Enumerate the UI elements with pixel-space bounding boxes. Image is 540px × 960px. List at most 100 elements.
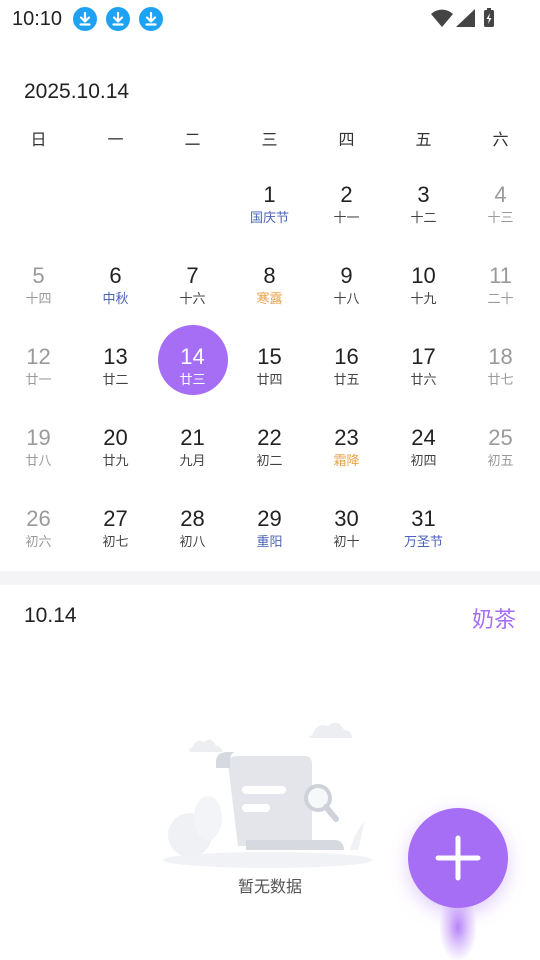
weekday-label: 三 <box>261 132 278 149</box>
day-cell[interactable]: 4 十三 <box>462 181 539 261</box>
lunar-label: 廿七 <box>487 372 514 387</box>
day-number: 12 <box>26 344 51 369</box>
lunar-label: 十四 <box>25 291 52 306</box>
day-number: 15 <box>257 344 282 369</box>
day-cell[interactable]: 1 国庆节 <box>231 181 308 261</box>
lunar-label: 初六 <box>25 534 52 549</box>
lunar-label: 十六 <box>179 291 206 306</box>
lunar-label: 重阳 <box>256 534 283 549</box>
day-cell[interactable]: 17 廿六 <box>385 343 462 423</box>
day-number: 31 <box>411 506 436 531</box>
day-cell[interactable]: 9 十八 <box>308 262 385 342</box>
day-number: 25 <box>488 425 513 450</box>
status-time: 10:10 <box>12 8 63 30</box>
day-cell[interactable]: 20 廿九 <box>77 424 154 504</box>
lunar-label: 初十 <box>333 534 360 549</box>
lunar-label: 廿四 <box>256 372 283 387</box>
lunar-label: 十八 <box>333 291 360 306</box>
lunar-label: 中秋 <box>102 291 129 306</box>
lunar-label: 寒露 <box>256 291 283 306</box>
lunar-label: 廿一 <box>25 372 52 387</box>
lunar-label: 霜降 <box>333 453 360 468</box>
lunar-label: 初二 <box>256 453 283 468</box>
day-number: 6 <box>109 263 122 288</box>
lunar-label: 国庆节 <box>249 210 289 225</box>
plus-icon <box>435 835 481 881</box>
download-icon <box>106 7 130 31</box>
day-cell[interactable]: 2 十一 <box>308 181 385 261</box>
wifi-icon <box>431 9 453 27</box>
day-cell[interactable]: 5 十四 <box>0 262 77 342</box>
weekday-label: 五 <box>415 132 432 149</box>
weekday-label: 六 <box>492 132 509 149</box>
day-cell-selected[interactable]: 14 廿三 <box>154 325 231 423</box>
day-number: 24 <box>411 425 436 450</box>
download-icon <box>139 7 163 31</box>
day-cell[interactable]: 18 廿七 <box>462 343 539 423</box>
day-number: 16 <box>334 344 359 369</box>
day-cell[interactable]: 3 十二 <box>385 181 462 261</box>
lunar-label: 廿六 <box>410 372 437 387</box>
day-cell[interactable]: 21 九月 <box>154 424 231 504</box>
day-cell[interactable]: 11 二十 <box>462 262 539 342</box>
day-cell[interactable]: 10 十九 <box>385 262 462 342</box>
day-cell[interactable]: 22 初二 <box>231 424 308 504</box>
day-cell[interactable]: 15 廿四 <box>231 343 308 423</box>
selected-date-label: 10.14 <box>24 604 77 627</box>
day-number: 17 <box>411 344 436 369</box>
day-number: 19 <box>26 425 51 450</box>
day-cell[interactable]: 12 廿一 <box>0 343 77 423</box>
day-number: 27 <box>103 506 128 531</box>
signal-icon <box>456 9 475 27</box>
lunar-label: 初七 <box>102 534 129 549</box>
lunar-label: 廿五 <box>333 372 360 387</box>
battery-icon <box>484 8 494 27</box>
lunar-label: 十一 <box>333 210 360 225</box>
lunar-label: 十九 <box>410 291 437 306</box>
empty-state-illustration <box>150 700 390 880</box>
section-divider <box>0 571 540 585</box>
day-number: 11 <box>489 263 512 288</box>
day-cell[interactable]: 6 中秋 <box>77 262 154 342</box>
day-number: 30 <box>334 506 359 531</box>
lunar-label: 廿八 <box>25 453 52 468</box>
day-cell[interactable]: 23 霜降 <box>308 424 385 504</box>
day-cell[interactable]: 8 寒露 <box>231 262 308 342</box>
system-icons <box>430 7 502 34</box>
day-number: 21 <box>180 425 205 450</box>
day-number: 2 <box>340 182 353 207</box>
lunar-label: 初四 <box>410 453 437 468</box>
status-bar: 10:10 <box>0 0 540 38</box>
day-number: 28 <box>180 506 205 531</box>
day-number: 20 <box>103 425 128 450</box>
lunar-label: 廿九 <box>102 453 129 468</box>
lunar-label: 初八 <box>179 534 206 549</box>
weekday-label: 日 <box>30 132 47 149</box>
lunar-label: 廿二 <box>102 372 129 387</box>
day-number: 18 <box>488 344 513 369</box>
month-title[interactable]: 2025.10.14 <box>24 80 129 104</box>
lunar-label: 廿三 <box>179 372 206 387</box>
lunar-label: 十三 <box>487 210 514 225</box>
day-cell[interactable]: 19 廿八 <box>0 424 77 504</box>
day-number: 26 <box>26 506 51 531</box>
lunar-label: 万圣节 <box>403 534 443 549</box>
day-number: 14 <box>180 344 205 369</box>
day-number: 5 <box>32 263 45 288</box>
day-cell[interactable]: 13 廿二 <box>77 343 154 423</box>
day-number: 9 <box>340 263 353 288</box>
day-cell[interactable]: 24 初四 <box>385 424 462 504</box>
day-number: 8 <box>263 263 276 288</box>
day-number: 1 <box>263 182 276 207</box>
lunar-label: 二十 <box>487 291 514 306</box>
weekday-label: 一 <box>107 132 124 149</box>
day-cell[interactable]: 25 初五 <box>462 424 539 504</box>
category-filter[interactable]: 奶茶 <box>472 602 516 634</box>
add-event-button[interactable] <box>408 808 508 908</box>
weekday-label: 四 <box>338 132 355 149</box>
lunar-label: 十二 <box>410 210 437 225</box>
day-number: 22 <box>257 425 282 450</box>
lunar-label: 初五 <box>487 453 514 468</box>
day-cell[interactable]: 16 廿五 <box>308 343 385 423</box>
download-icon <box>73 7 97 31</box>
